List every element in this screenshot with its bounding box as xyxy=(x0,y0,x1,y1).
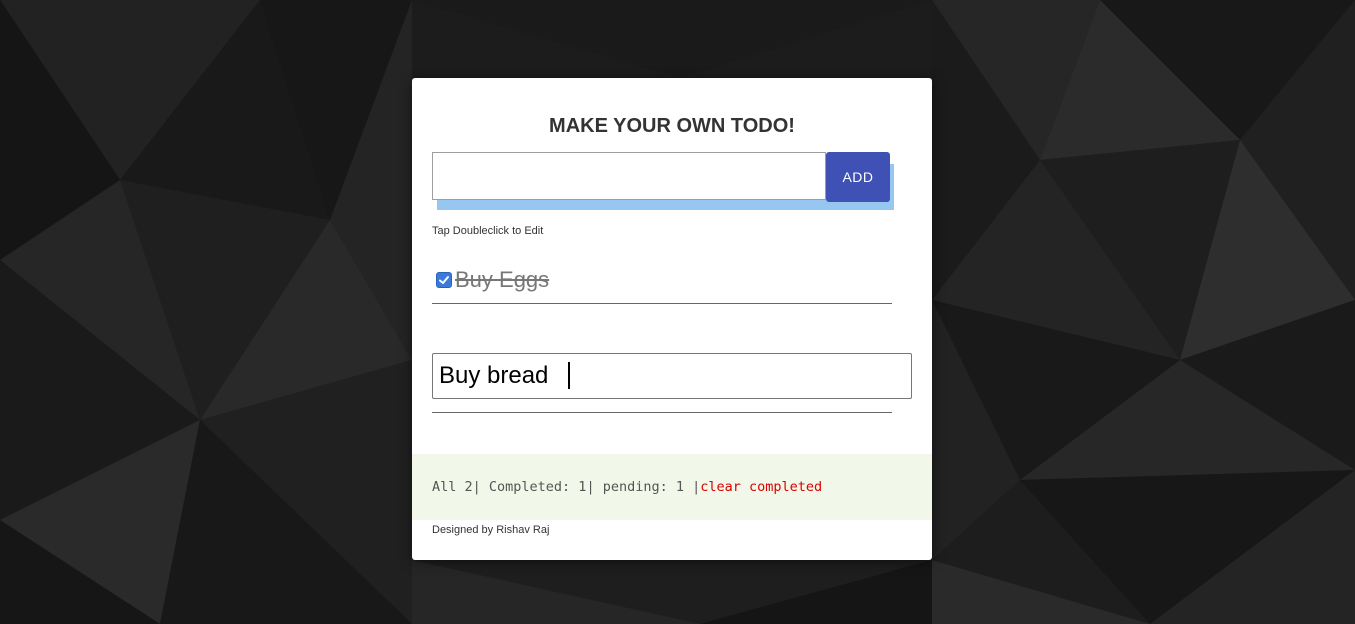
todo-edit-input[interactable] xyxy=(432,353,912,399)
text-caret xyxy=(568,362,570,389)
check-icon xyxy=(439,276,449,284)
todo-item xyxy=(432,352,912,413)
completed-count: Completed: 1| xyxy=(488,479,603,495)
all-count: All 2| xyxy=(432,479,489,495)
edit-hint: Tap Doubleclick to Edit xyxy=(432,225,544,237)
designer-credit: Designed by Rishav Raj xyxy=(432,524,550,536)
clear-completed-link[interactable]: clear completed xyxy=(700,479,822,495)
todo-card: MAKE YOUR OWN TODO! ADD Tap Doubleclick … xyxy=(412,78,932,560)
new-todo-input[interactable] xyxy=(432,152,826,200)
pending-count: pending: 1 | xyxy=(602,479,701,495)
todo-text[interactable]: Buy Eggs xyxy=(455,266,549,294)
stats-bar: All 2| Completed: 1| pending: 1 |clear c… xyxy=(412,454,932,520)
add-button[interactable]: ADD xyxy=(826,152,890,202)
todo-item: Buy Eggs xyxy=(432,264,892,304)
completed-checkbox[interactable] xyxy=(436,272,452,288)
page-title: MAKE YOUR OWN TODO! xyxy=(549,115,795,137)
stats-text: All 2| Completed: 1| pending: 1 |clear c… xyxy=(432,479,822,495)
